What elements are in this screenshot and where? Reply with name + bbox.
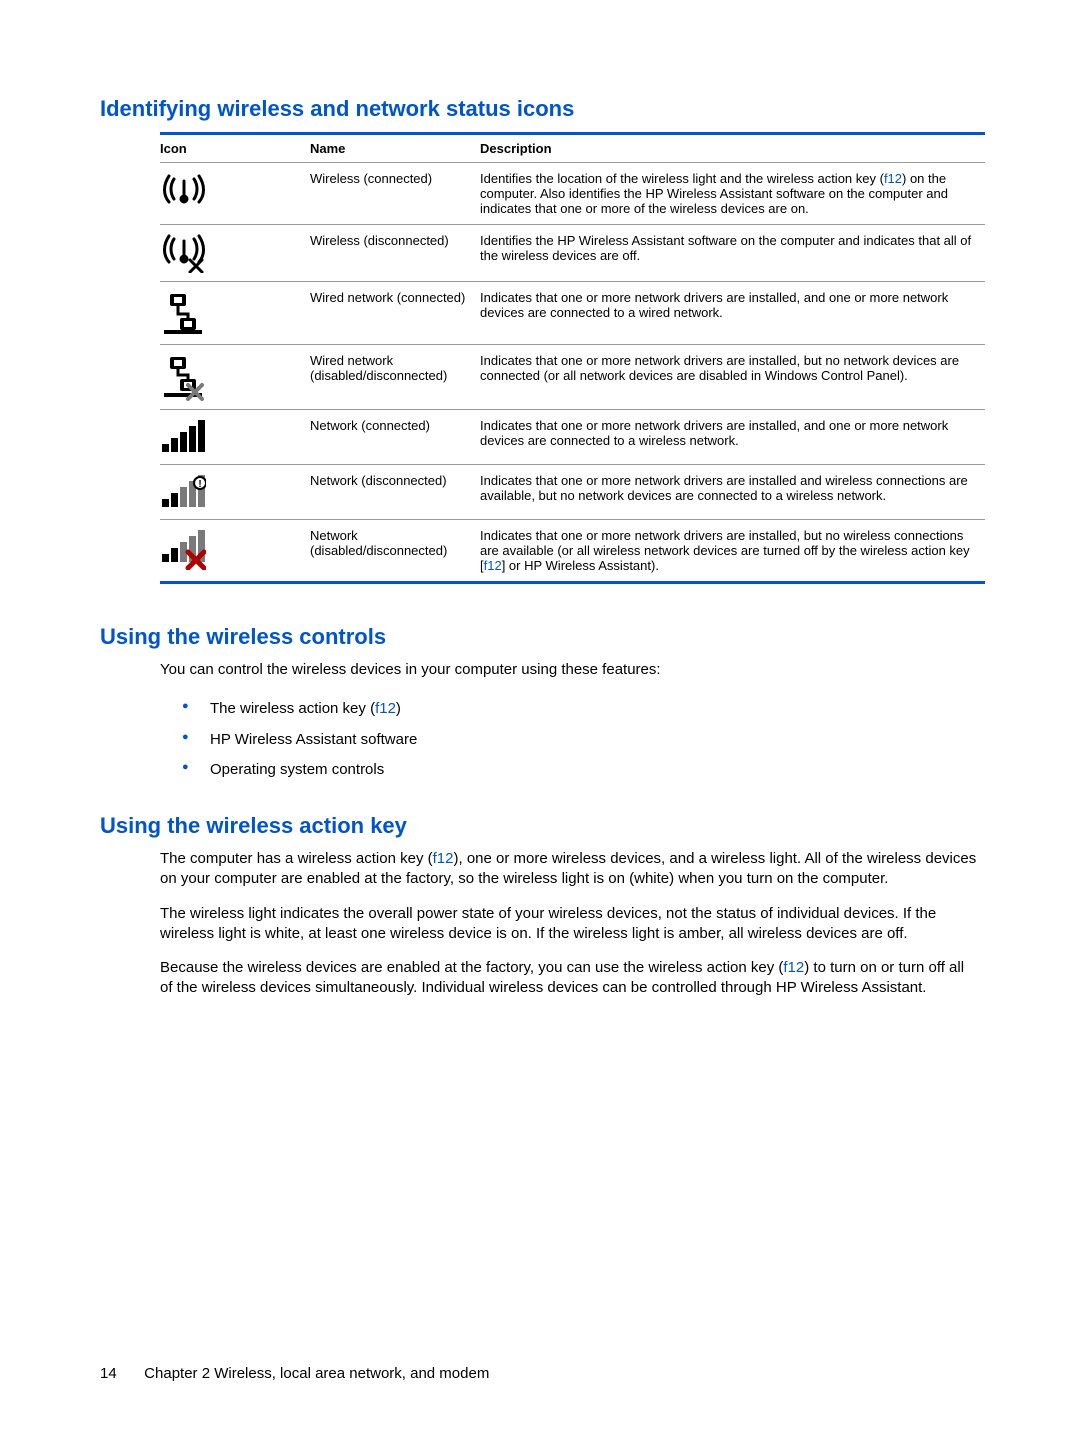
action-key-paragraph: The computer has a wireless action key (… [160,849,980,890]
table-row: Wireless (connected) Identifies the loca… [160,163,985,225]
icon-description: Indicates that one or more network drive… [480,465,985,520]
wireless-disconnected-icon [160,233,302,273]
heading-using-wireless-controls: Using the wireless controls [100,624,980,650]
heading-identifying-icons: Identifying wireless and network status … [100,96,980,122]
icon-name: Network (disabled/disconnected) [310,520,480,583]
table-row: Network (disabled/disconnected) Indicate… [160,520,985,583]
table-row: Wired network (connected) Indicates that… [160,282,985,345]
list-item: Operating system controls [182,755,980,785]
list-item: The wireless action key (f12) [182,694,980,724]
network-disconnected-icon: ! [160,473,302,511]
icon-name: Wired network (disabled/disconnected) [310,345,480,410]
icon-description: Identifies the location of the wireless … [480,163,985,225]
wireless-connected-icon [160,171,302,207]
col-header-name: Name [310,134,480,163]
col-header-description: Description [480,134,985,163]
wired-network-connected-icon [160,290,302,336]
heading-using-wireless-action-key: Using the wireless action key [100,813,980,839]
list-item: HP Wireless Assistant software [182,725,980,755]
wired-network-disabled-icon [160,353,302,401]
page-footer: 14 Chapter 2 Wireless, local area networ… [100,1365,489,1382]
controls-bullet-list: The wireless action key (f12) HP Wireles… [182,694,980,785]
icon-description: Indicates that one or more network drive… [480,410,985,465]
table-row: Wireless (disconnected) Identifies the H… [160,225,985,282]
action-key-paragraph: Because the wireless devices are enabled… [160,958,980,999]
chapter-title: Chapter 2 Wireless, local area network, … [144,1365,489,1382]
icon-description: Indicates that one or more network drive… [480,520,985,583]
icon-description: Identifies the HP Wireless Assistant sof… [480,225,985,282]
col-header-icon: Icon [160,134,310,163]
icon-name: Wireless (connected) [310,163,480,225]
action-key-paragraph: The wireless light indicates the overall… [160,904,980,945]
icon-description: Indicates that one or more network drive… [480,345,985,410]
network-connected-icon [160,418,302,456]
page-number: 14 [100,1365,140,1382]
table-row: Network (connected) Indicates that one o… [160,410,985,465]
icon-name: Wireless (disconnected) [310,225,480,282]
icon-name: Network (disconnected) [310,465,480,520]
table-row: ! Network (disconnected) Indicates that … [160,465,985,520]
network-disabled-icon [160,528,302,570]
table-row: Wired network (disabled/disconnected) In… [160,345,985,410]
icon-description: Indicates that one or more network drive… [480,282,985,345]
svg-text:!: ! [198,479,201,490]
controls-intro: You can control the wireless devices in … [160,660,980,680]
icon-name: Network (connected) [310,410,480,465]
icon-name: Wired network (connected) [310,282,480,345]
icons-table: Icon Name Description [160,132,985,584]
